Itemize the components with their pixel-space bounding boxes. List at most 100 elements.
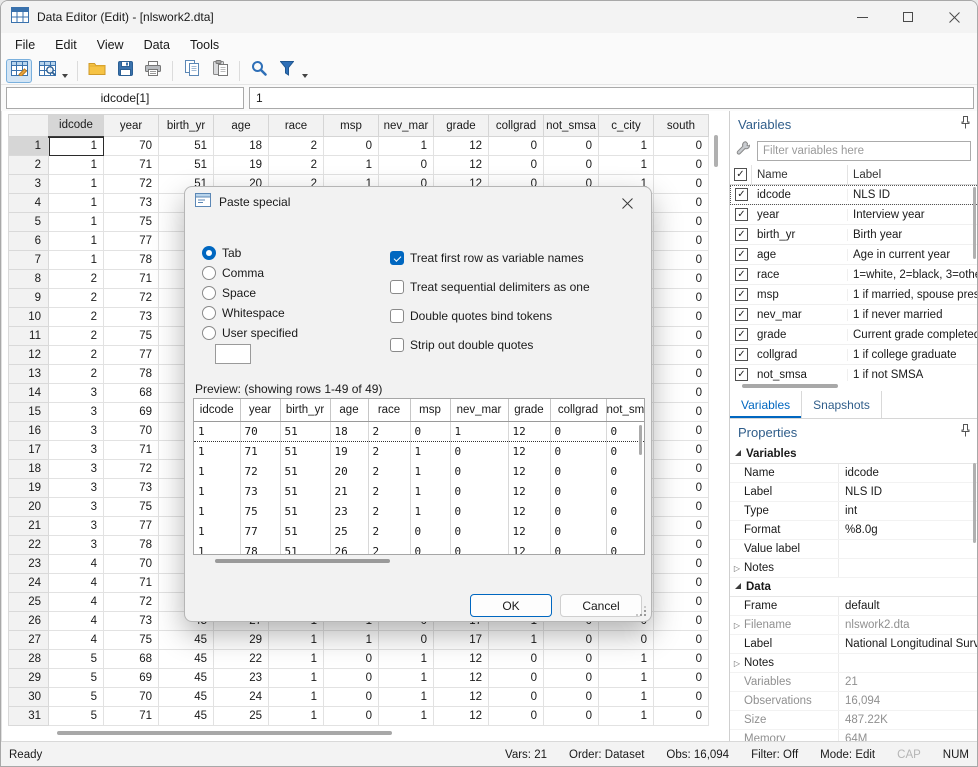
grid-cell[interactable]: 2 bbox=[49, 270, 104, 289]
grid-cell[interactable]: 0 bbox=[654, 555, 709, 574]
variable-checkbox[interactable]: ✓ bbox=[735, 308, 748, 321]
user-specified-input[interactable] bbox=[215, 344, 251, 364]
grid-cell[interactable]: 1 bbox=[49, 251, 104, 270]
grid-cell[interactable]: 0 bbox=[654, 479, 709, 498]
grid-cell[interactable]: 0 bbox=[379, 631, 434, 650]
resize-grip[interactable] bbox=[636, 606, 646, 616]
option-treat-sequential-delimiters-as-one[interactable]: Treat sequential delimiters as one bbox=[390, 277, 590, 297]
column-header-c_city[interactable]: c_city bbox=[599, 115, 654, 137]
row-number[interactable]: 31 bbox=[9, 707, 49, 726]
minimize-button[interactable] bbox=[839, 1, 885, 33]
row-number[interactable]: 22 bbox=[9, 536, 49, 555]
grid-cell[interactable]: 1 bbox=[269, 669, 324, 688]
grid-cell[interactable]: 0 bbox=[324, 707, 379, 726]
grid-cell[interactable]: 0 bbox=[654, 536, 709, 555]
grid-cell[interactable]: 3 bbox=[49, 441, 104, 460]
grid-cell[interactable]: 1 bbox=[599, 137, 654, 156]
grid-cell[interactable]: 2 bbox=[49, 327, 104, 346]
grid-cell[interactable]: 0 bbox=[544, 707, 599, 726]
grid-cell[interactable]: 70 bbox=[104, 555, 159, 574]
ok-button[interactable]: OK bbox=[470, 594, 552, 617]
delimiter-whitespace[interactable]: Whitespace bbox=[202, 303, 298, 323]
grid-cell[interactable]: 18 bbox=[214, 137, 269, 156]
row-number[interactable]: 12 bbox=[9, 346, 49, 365]
menu-file[interactable]: File bbox=[5, 35, 45, 55]
property-name[interactable]: Nameidcode bbox=[730, 464, 978, 483]
grid-cell[interactable]: 0 bbox=[489, 688, 544, 707]
grid-cell[interactable]: 45 bbox=[159, 707, 214, 726]
property-variables[interactable]: Variables21 bbox=[730, 673, 978, 692]
grid-cell[interactable]: 0 bbox=[489, 156, 544, 175]
grid-cell[interactable]: 0 bbox=[654, 384, 709, 403]
variable-checkbox[interactable]: ✓ bbox=[735, 188, 748, 201]
grid-cell[interactable]: 78 bbox=[104, 536, 159, 555]
grid-cell[interactable]: 1 bbox=[379, 669, 434, 688]
copy-button[interactable] bbox=[179, 59, 205, 83]
grid-cell[interactable]: 69 bbox=[104, 403, 159, 422]
column-header-race[interactable]: race bbox=[269, 115, 324, 137]
checkbox[interactable] bbox=[390, 251, 404, 265]
property-label[interactable]: LabelNational Longitudinal Survey bbox=[730, 635, 978, 654]
grid-cell[interactable]: 1 bbox=[324, 156, 379, 175]
browse-dropdown-arrow-icon[interactable] bbox=[62, 74, 68, 78]
grid-cell[interactable]: 72 bbox=[104, 289, 159, 308]
grid-cell[interactable]: 1 bbox=[379, 688, 434, 707]
delimiter-comma[interactable]: Comma bbox=[202, 263, 298, 283]
grid-cell[interactable]: 1 bbox=[49, 175, 104, 194]
grid-cell[interactable]: 0 bbox=[654, 441, 709, 460]
grid-cell[interactable]: 0 bbox=[654, 422, 709, 441]
property-section-variables[interactable]: Variables bbox=[730, 445, 978, 464]
variable-row-idcode[interactable]: ✓idcodeNLS ID bbox=[730, 185, 978, 205]
row-number[interactable]: 29 bbox=[9, 669, 49, 688]
variable-checkbox[interactable]: ✓ bbox=[735, 208, 748, 221]
grid-cell[interactable]: 1 bbox=[269, 707, 324, 726]
grid-cell[interactable]: 22 bbox=[214, 650, 269, 669]
property-format[interactable]: Format%8.0g bbox=[730, 521, 978, 540]
grid-cell[interactable]: 24 bbox=[214, 688, 269, 707]
collapsed-arrow-icon[interactable]: ▷ bbox=[730, 564, 744, 573]
grid-vertical-scrollbar[interactable] bbox=[714, 135, 718, 167]
checkbox[interactable] bbox=[390, 280, 404, 294]
wrench-icon[interactable] bbox=[736, 141, 751, 161]
grid-cell[interactable]: 0 bbox=[654, 270, 709, 289]
grid-cell[interactable]: 2 bbox=[269, 156, 324, 175]
grid-cell[interactable]: 68 bbox=[104, 650, 159, 669]
cell-value-input[interactable]: 1 bbox=[249, 87, 974, 109]
option-strip-out-double-quotes[interactable]: Strip out double quotes bbox=[390, 335, 590, 355]
grid-cell[interactable]: 0 bbox=[654, 232, 709, 251]
property-size[interactable]: Size487.22K bbox=[730, 711, 978, 730]
grid-cell[interactable]: 0 bbox=[489, 650, 544, 669]
grid-cell[interactable]: 0 bbox=[544, 688, 599, 707]
row-number[interactable]: 1 bbox=[9, 137, 49, 156]
grid-cell[interactable]: 0 bbox=[654, 498, 709, 517]
variable-row-race[interactable]: ✓race1=white, 2=black, 3=other bbox=[730, 265, 978, 285]
variables-vertical-scrollbar[interactable] bbox=[973, 187, 976, 259]
grid-cell[interactable]: 77 bbox=[104, 232, 159, 251]
row-number[interactable]: 4 bbox=[9, 194, 49, 213]
grid-cell[interactable]: 0 bbox=[654, 346, 709, 365]
maximize-button[interactable] bbox=[885, 1, 931, 33]
grid-cell[interactable]: 19 bbox=[214, 156, 269, 175]
delimiter-user-specified[interactable]: User specified bbox=[202, 323, 298, 343]
properties-vertical-scrollbar[interactable] bbox=[973, 463, 976, 543]
grid-cell[interactable]: 12 bbox=[434, 650, 489, 669]
expanded-arrow-icon[interactable] bbox=[735, 450, 741, 456]
cancel-button[interactable]: Cancel bbox=[560, 594, 642, 617]
grid-cell[interactable]: 71 bbox=[104, 156, 159, 175]
grid-cell[interactable]: 2 bbox=[49, 289, 104, 308]
variable-row-nev_mar[interactable]: ✓nev_mar1 if never married bbox=[730, 305, 978, 325]
grid-cell[interactable]: 69 bbox=[104, 669, 159, 688]
select-all-checkbox[interactable]: ✓ bbox=[734, 168, 747, 181]
grid-cell[interactable]: 12 bbox=[434, 156, 489, 175]
row-number[interactable]: 2 bbox=[9, 156, 49, 175]
column-header-birth_yr[interactable]: birth_yr bbox=[159, 115, 214, 137]
row-number[interactable]: 14 bbox=[9, 384, 49, 403]
grid-cell[interactable]: 3 bbox=[49, 479, 104, 498]
data-editor-button[interactable] bbox=[6, 59, 32, 83]
menu-edit[interactable]: Edit bbox=[45, 35, 87, 55]
grid-cell[interactable]: 1 bbox=[599, 688, 654, 707]
grid-cell[interactable]: 4 bbox=[49, 593, 104, 612]
grid-cell[interactable]: 0 bbox=[544, 631, 599, 650]
grid-cell[interactable]: 75 bbox=[104, 213, 159, 232]
grid-cell[interactable]: 17 bbox=[434, 631, 489, 650]
